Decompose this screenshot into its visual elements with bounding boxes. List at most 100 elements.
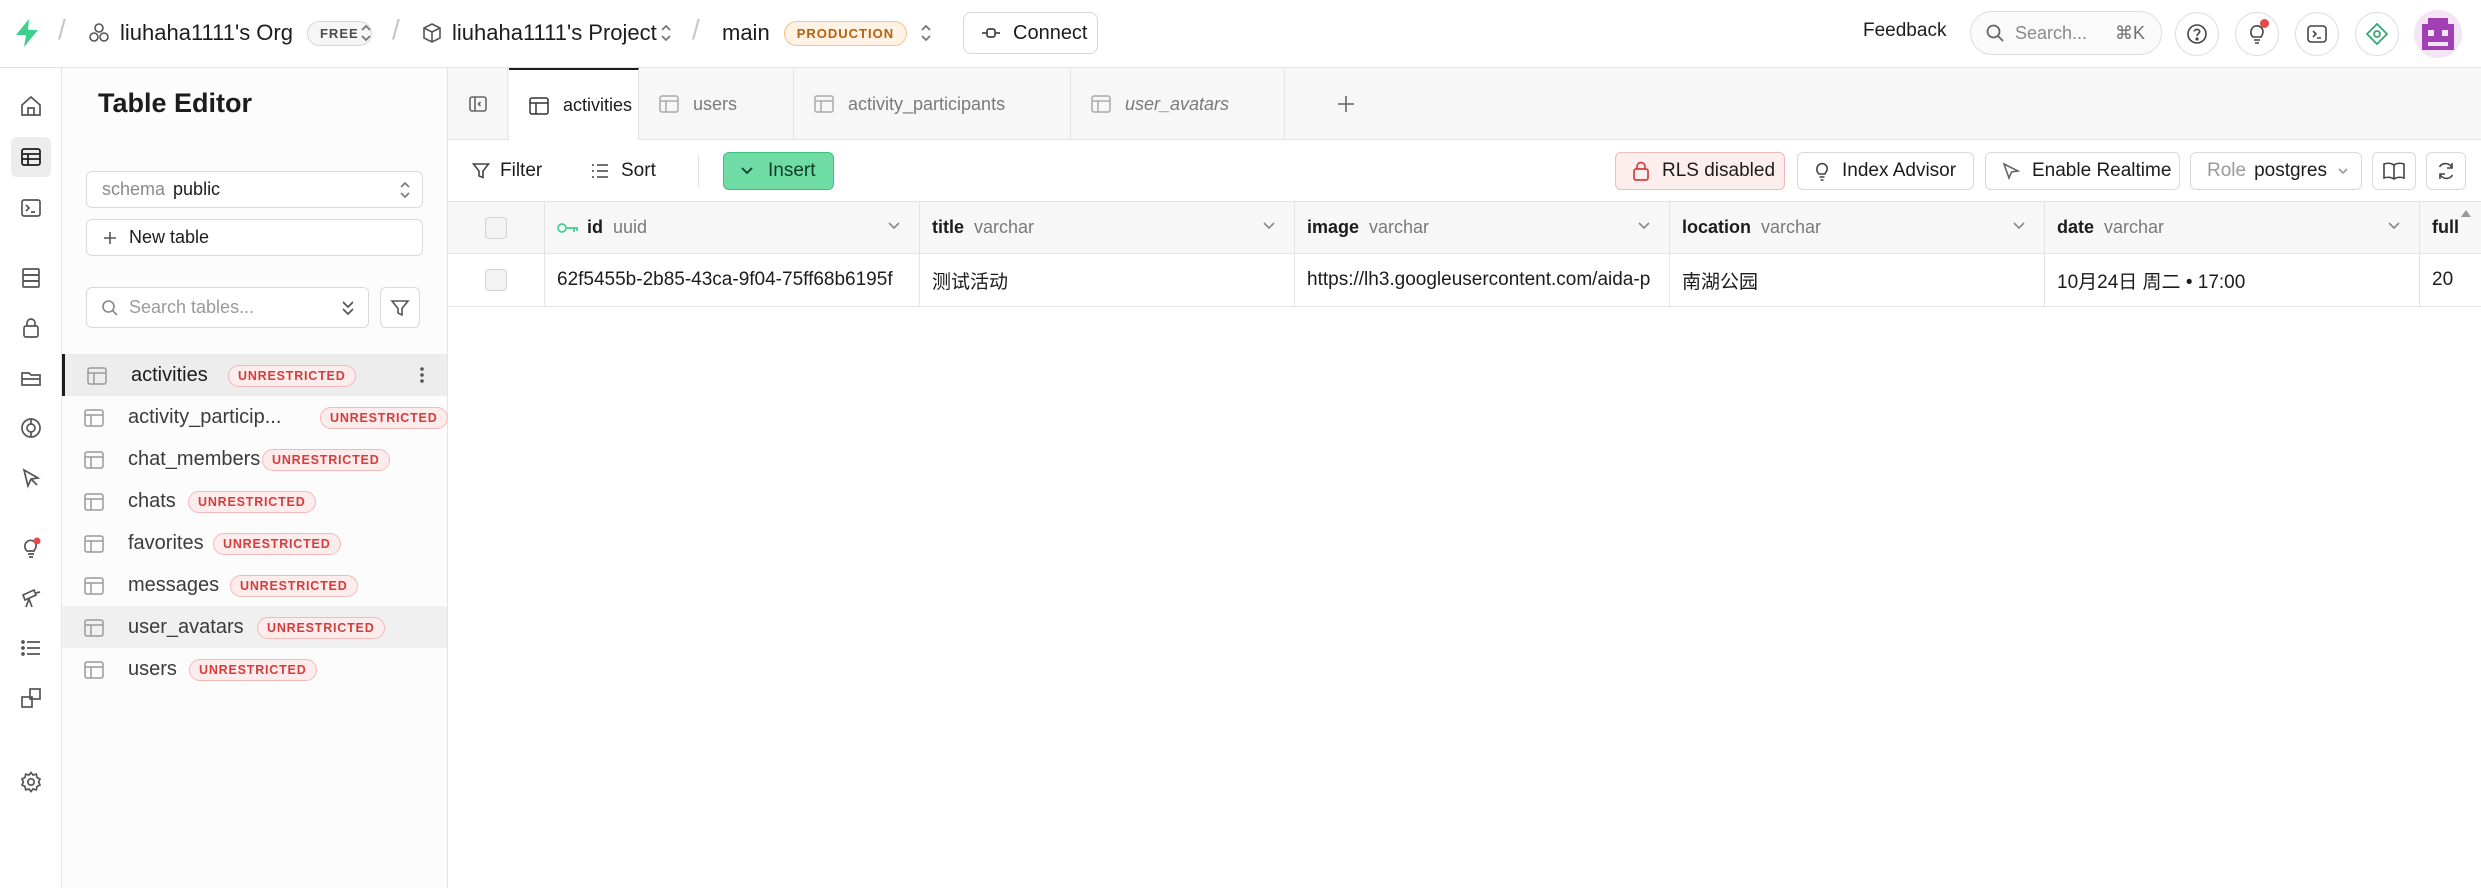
sort-label: Sort <box>621 160 656 181</box>
nav-logs-icon[interactable] <box>11 628 51 668</box>
branch-breadcrumb[interactable]: main PRODUCTION <box>722 0 908 66</box>
column-header-location[interactable]: location varchar <box>1670 202 2045 253</box>
sidebar-table-activity-particip[interactable]: activity_particip... UNRESTRICTED <box>62 396 448 438</box>
collapse-chevrons-icon[interactable] <box>340 298 356 318</box>
column-header-title[interactable]: title varchar <box>920 202 1295 253</box>
filter-icon <box>390 298 410 318</box>
org-switch-icon[interactable] <box>358 20 374 46</box>
nav-edge-functions-icon[interactable] <box>11 458 51 498</box>
schema-select[interactable]: schema public <box>86 171 423 208</box>
column-name: date <box>2057 217 2095 237</box>
connect-button[interactable]: Connect <box>963 12 1098 54</box>
nav-observability-icon[interactable] <box>11 578 51 618</box>
project-cube-icon <box>422 22 442 44</box>
cell-location[interactable]: 南湖公园 <box>1670 254 2045 306</box>
cell-id[interactable]: 62f5455b-2b85-43ca-9f04-75ff68b6195f <box>545 254 920 306</box>
sidebar-table-chats[interactable]: chats UNRESTRICTED <box>62 480 447 522</box>
tab-label: activities <box>563 95 633 115</box>
unrestricted-badge: UNRESTRICTED <box>228 365 356 387</box>
sort-button[interactable]: Sort <box>591 153 656 189</box>
chevron-down-icon <box>740 166 754 176</box>
assistant-button[interactable] <box>2355 12 2399 56</box>
chevron-down-icon[interactable] <box>1262 221 1276 231</box>
add-tab-icon[interactable] <box>1336 94 1356 114</box>
table-icon <box>84 493 104 511</box>
project-breadcrumb[interactable]: liuhaha1111's Project <box>422 0 657 66</box>
column-header-id[interactable]: id uuid <box>545 202 920 253</box>
sidebar-table-user-avatars[interactable]: user_avatars UNRESTRICTED <box>62 606 447 648</box>
nav-auth-icon[interactable] <box>11 308 51 348</box>
nav-sql-editor-icon[interactable] <box>11 188 51 228</box>
ai-assistant-icon <box>2365 22 2389 46</box>
global-search-input[interactable]: Search... ⌘K <box>1970 11 2162 55</box>
refresh-icon <box>2436 161 2456 181</box>
project-switch-icon[interactable] <box>658 20 674 46</box>
primary-key-icon <box>557 222 579 234</box>
more-options-icon[interactable] <box>419 365 425 385</box>
sidebar-table-messages[interactable]: messages UNRESTRICTED <box>62 564 447 606</box>
feedback-button[interactable]: Feedback <box>1863 20 1946 42</box>
production-badge: PRODUCTION <box>783 20 908 46</box>
new-table-button[interactable]: New table <box>86 219 423 256</box>
chevron-down-icon[interactable] <box>2387 221 2401 231</box>
book-open-icon <box>2383 162 2405 180</box>
nav-integrations-icon[interactable] <box>11 678 51 718</box>
supabase-logo-icon[interactable] <box>14 18 40 48</box>
sidebar-table-users[interactable]: users UNRESTRICTED <box>62 648 447 690</box>
table-name: activities <box>131 364 208 386</box>
table-name: users <box>128 658 177 680</box>
nav-realtime-icon[interactable] <box>11 408 51 448</box>
terminal-icon <box>2306 23 2328 45</box>
rls-disabled-button[interactable]: RLS disabled <box>1615 152 1785 190</box>
tab-activity-participants[interactable]: activity_participants <box>794 68 1071 140</box>
tab-user-avatars[interactable]: user_avatars <box>1071 68 1285 140</box>
refresh-button[interactable] <box>2426 152 2466 190</box>
sidebar-table-activities[interactable]: activities UNRESTRICTED <box>62 354 447 396</box>
realtime-label: Enable Realtime <box>2032 160 2172 181</box>
row-checkbox[interactable] <box>485 269 507 291</box>
nav-settings-icon[interactable] <box>11 762 51 802</box>
tab-label: users <box>693 93 738 114</box>
index-advisor-button[interactable]: Index Advisor <box>1797 152 1974 190</box>
table-search-input[interactable]: Search tables... <box>86 287 369 328</box>
filter-button[interactable]: Filter <box>472 153 542 189</box>
sidebar-table-favorites[interactable]: favorites UNRESTRICTED <box>62 522 447 564</box>
nav-home-icon[interactable] <box>11 86 51 126</box>
cell-date[interactable]: 10月24日 周二 • 17:00 <box>2045 254 2420 306</box>
role-select[interactable]: Role postgres <box>2190 152 2362 190</box>
branch-switch-icon[interactable] <box>918 20 934 46</box>
table-icon <box>87 367 107 385</box>
table-icon <box>814 95 834 113</box>
column-header-image[interactable]: image varchar <box>1295 202 1670 253</box>
select-all-checkbox[interactable] <box>485 216 507 239</box>
nav-table-editor-icon[interactable] <box>11 137 51 177</box>
nav-storage-icon[interactable] <box>11 358 51 398</box>
scroll-up-arrow-icon[interactable] <box>2460 208 2472 218</box>
chevron-down-icon[interactable] <box>1637 221 1651 231</box>
table-filter-button[interactable] <box>380 287 420 328</box>
nav-database-icon[interactable] <box>11 258 51 298</box>
help-button[interactable] <box>2175 12 2219 56</box>
table-tabs-bar: activities users activity_participants u… <box>448 68 2481 141</box>
definition-view-button[interactable] <box>2372 152 2416 190</box>
lock-icon <box>1632 161 1650 181</box>
tab-users[interactable]: users <box>639 68 794 140</box>
column-header-date[interactable]: date varchar <box>2045 202 2420 253</box>
advisor-button[interactable] <box>2235 12 2279 56</box>
chevron-down-icon[interactable] <box>887 221 901 231</box>
sql-terminal-button[interactable] <box>2295 12 2339 56</box>
collapse-sidebar-button[interactable] <box>448 68 508 140</box>
nav-advisors-icon[interactable] <box>11 528 51 568</box>
org-breadcrumb[interactable]: liuhaha1111's Org FREE <box>88 0 372 66</box>
tab-activities[interactable]: activities <box>509 68 639 141</box>
cell-image[interactable]: https://lh3.googleusercontent.com/aida-p <box>1295 254 1670 306</box>
user-avatar[interactable] <box>2414 10 2462 58</box>
sidebar-table-chat-members[interactable]: chat_members UNRESTRICTED <box>62 438 447 480</box>
table-icon <box>84 661 104 679</box>
enable-realtime-button[interactable]: Enable Realtime <box>1985 152 2180 190</box>
table-row[interactable]: 62f5455b-2b85-43ca-9f04-75ff68b6195f 测试活… <box>448 254 2481 307</box>
cell-full[interactable]: 20 <box>2420 254 2481 306</box>
cell-title[interactable]: 测试活动 <box>920 254 1295 306</box>
chevron-down-icon[interactable] <box>2012 221 2026 231</box>
insert-button[interactable]: Insert <box>723 152 834 190</box>
